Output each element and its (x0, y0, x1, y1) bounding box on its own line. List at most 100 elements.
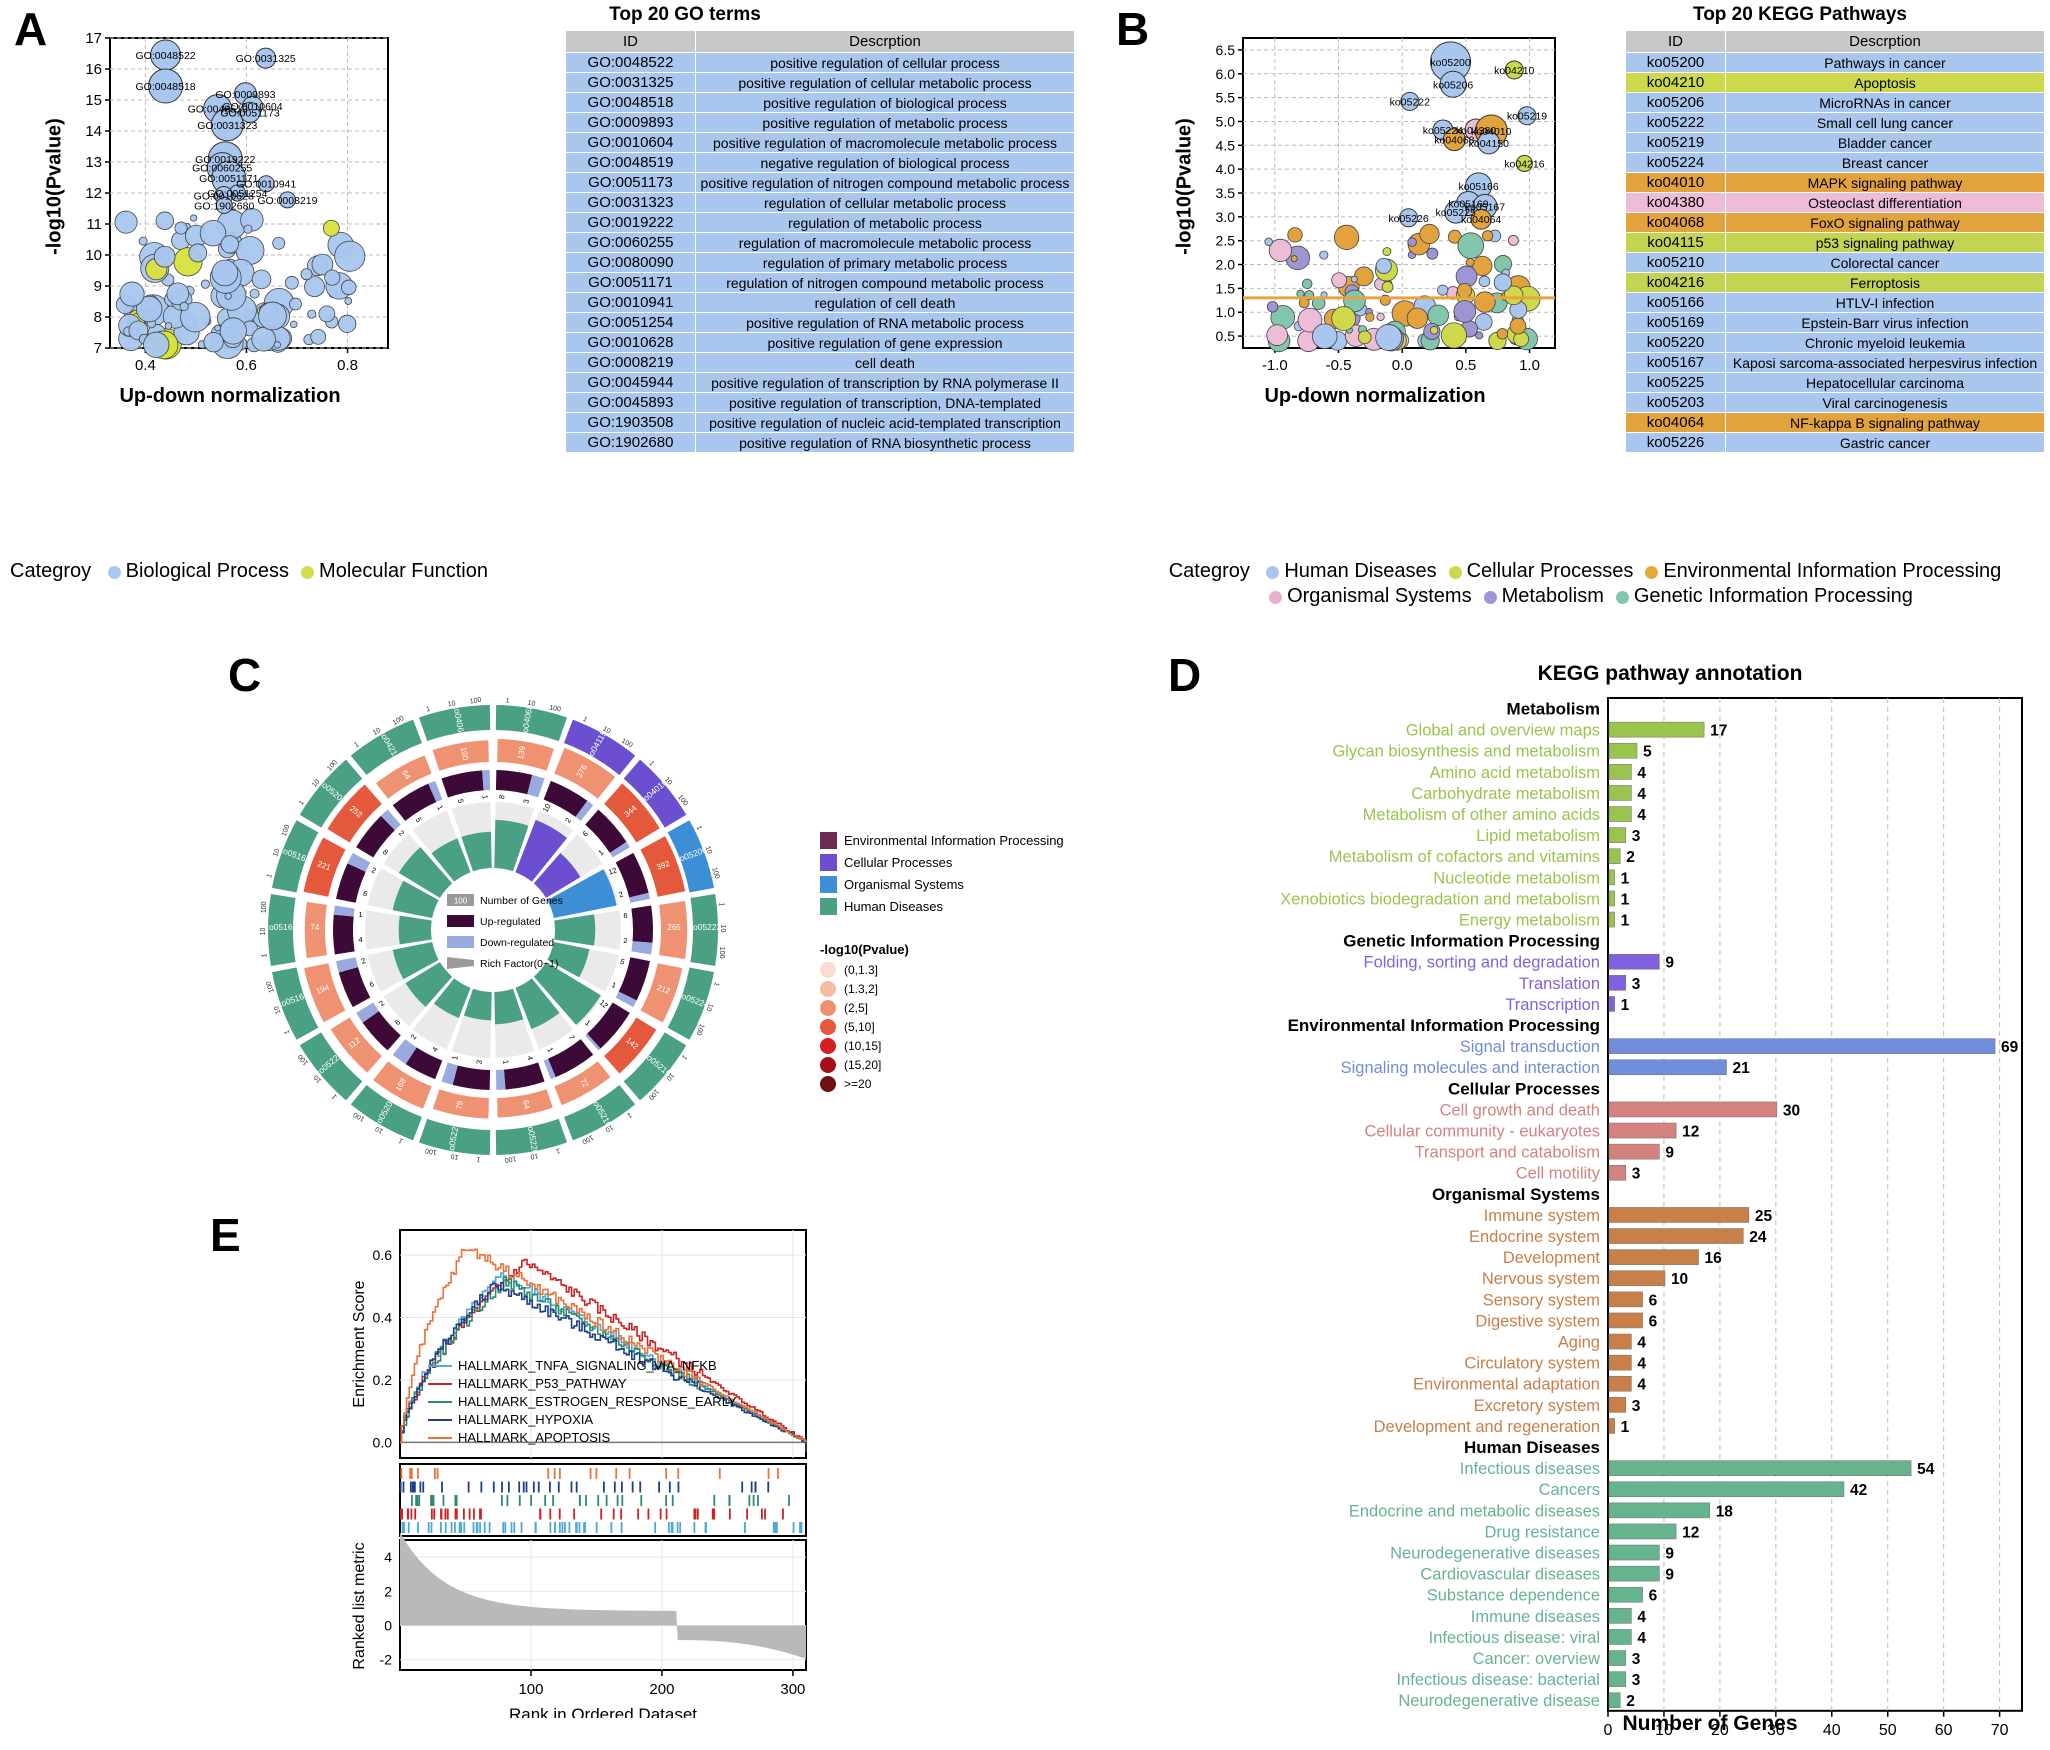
svg-text:1: 1 (718, 902, 725, 906)
panel-a-xaxis-title: Up-down normalization (119, 385, 341, 407)
legend-label: (15,20] (844, 1058, 882, 1072)
svg-text:1: 1 (353, 741, 360, 749)
bar-value-label: 4 (1637, 765, 1646, 782)
panel-e-xaxis-title: Rank in Ordered Dataset (509, 1705, 697, 1718)
kegg-annotation-bar (1608, 1143, 1660, 1160)
svg-text:GO:0009893: GO:0009893 (215, 89, 275, 101)
col-header-desc: Descrption (695, 30, 1075, 53)
legend-label: Human Diseases (844, 899, 943, 914)
go-description: positive regulation of biological proces… (695, 92, 1075, 113)
svg-text:-0.5: -0.5 (1326, 357, 1352, 374)
go-id: GO:0008219 (565, 352, 696, 373)
svg-text:ko04064: ko04064 (1461, 214, 1501, 226)
svg-text:1: 1 (501, 1059, 511, 1065)
go-id: GO:0019222 (565, 212, 696, 233)
panel-e-gsea: 0.6 0.4 0.2 0.0 HALLMARK_TNFA_SIGNALING_VIA_… (300, 1218, 820, 1718)
svg-text:0.6: 0.6 (373, 1247, 393, 1263)
svg-text:ko05200: ko05200 (1430, 57, 1470, 69)
bar-category-label: Amino acid metabolism (1430, 764, 1600, 782)
go-description: regulation of macromolecule metabolic pr… (695, 232, 1075, 253)
kegg-annotation-bar (1608, 975, 1627, 991)
table-row: ko05226 Gastric cancer (1625, 432, 2045, 453)
panel-c-legend: Environmental Information Processing Cell… (820, 832, 1064, 1095)
bar-category-label: Nucleotide metabolism (1433, 869, 1600, 887)
circos-up-regulated (495, 770, 533, 795)
panel-b-xaxis-title: Up-down normalization (1264, 385, 1486, 407)
svg-text:12: 12 (85, 185, 102, 202)
svg-text:11: 11 (86, 216, 102, 233)
svg-text:4: 4 (384, 1549, 392, 1565)
bar-category-label: Cell motility (1516, 1165, 1601, 1183)
kegg-annotation-bar (1608, 1207, 1750, 1223)
svg-text:100: 100 (261, 901, 268, 913)
svg-text:3: 3 (475, 1059, 485, 1065)
legend-item: (10,15] (820, 1038, 1064, 1054)
go-id: GO:0009893 (565, 112, 696, 133)
kegg-pathways-table: ID Descrption ko05200 Pathways in cancer k… (1625, 30, 2045, 453)
legend-label: (0,1.3] (844, 963, 879, 977)
panel-a-scatter: 17 16 15 14 13 12 11 10 9 8 7 0.4 0.6 0.8 GO:0048522 GO… (58, 28, 398, 380)
svg-text:0.4: 0.4 (373, 1309, 393, 1325)
bar-value-label: 9 (1665, 1546, 1674, 1563)
legend-color-dot (820, 1076, 836, 1092)
svg-text:1: 1 (680, 1053, 688, 1061)
bar-value-label: 21 (1732, 1060, 1750, 1077)
kegg-annotation-bar (1608, 1249, 1699, 1265)
svg-text:2.5: 2.5 (1216, 233, 1236, 249)
svg-text:1: 1 (583, 1018, 592, 1028)
kegg-id: ko04115 (1625, 232, 1726, 253)
kegg-bubble-plot: 6.5 6.0 5.5 5.0 4.5 4.0 3.5 3.0 2.5 2.0 1.5 1.0 0.5 -… (1216, 37, 1556, 374)
svg-text:1.0: 1.0 (1216, 304, 1236, 320)
kegg-annotation-bar (1608, 742, 1638, 759)
kegg-id: ko04216 (1625, 272, 1726, 293)
legend-color-dot (1645, 566, 1659, 580)
svg-text:1: 1 (480, 794, 490, 800)
table-row: GO:0048522 positive regulation of cellula… (565, 52, 1075, 73)
svg-text:ko04150: ko04150 (1469, 138, 1509, 150)
gsea-plot: 0.6 0.4 0.2 0.0 HALLMARK_TNFA_SIGNALING_VIA_… (351, 1229, 807, 1718)
go-id: GO:0031325 (565, 72, 696, 93)
panel-d-chart: Metabolism Global and overview maps 17 Glyc… (1160, 690, 2040, 1745)
svg-text:GO:1902680: GO:1902680 (194, 200, 254, 212)
kegg-description: HTLV-I infection (1725, 292, 2045, 313)
circos-down-regulated (482, 770, 491, 791)
bar-value-label: 2 (1626, 1693, 1635, 1710)
legend-color-dot (820, 1000, 836, 1016)
kegg-table-wrap: ID Descrption ko05200 Pathways in cancer k… (1625, 30, 2045, 453)
bar-category-label: Development and regeneration (1374, 1418, 1600, 1436)
svg-text:8: 8 (94, 309, 102, 326)
go-description: positive regulation of macromolecule met… (695, 132, 1075, 153)
kegg-annotation-bar (1608, 1418, 1615, 1434)
legend-item: Human Diseases (820, 898, 1064, 915)
bar-value-label: 18 (1716, 1503, 1734, 1520)
legend-item: Organismal Systems (820, 876, 1064, 893)
go-description: positive regulation of cellular process (695, 52, 1075, 73)
bar-value-label: 4 (1637, 1630, 1646, 1647)
bar-category-label: Metabolism of other amino acids (1363, 806, 1600, 824)
kegg-annotation-bar (1608, 1038, 1996, 1054)
kegg-annotation-bar (1608, 1671, 1627, 1687)
gsea-legend-label: HALLMARK_HYPOXIA (458, 1412, 593, 1427)
kegg-annotation-bar (1608, 1544, 1660, 1561)
svg-text:1: 1 (505, 697, 510, 705)
gsea-legend-label: HALLMARK_ESTROGEN_RESPONSE_EARLY (458, 1394, 737, 1409)
bar-category-label: Endocrine system (1469, 1228, 1600, 1246)
legend-label: Organismal Systems (1287, 585, 1472, 607)
group-header-label: Genetic Information Processing (1343, 932, 1600, 951)
bar-value-label: 24 (1749, 1229, 1767, 1246)
legend-color-dot (1269, 591, 1283, 605)
gsea-legend-label: HALLMARK_APOPTOSIS (458, 1430, 611, 1445)
bar-value-label: 16 (1705, 1250, 1723, 1267)
circos-up-regulated (503, 1062, 545, 1090)
group-header-label: Human Diseases (1464, 1438, 1600, 1457)
svg-text:0.8: 0.8 (337, 357, 358, 374)
svg-text:12: 12 (607, 865, 618, 876)
bar-value-label: 12 (1682, 1524, 1699, 1541)
kegg-description: Breast cancer (1725, 152, 2045, 173)
svg-text:GO:0048522: GO:0048522 (136, 50, 196, 62)
bar-category-label: Cellular community - eukaryotes (1365, 1123, 1600, 1141)
bar-category-label: Folding, sorting and degradation (1364, 954, 1600, 972)
circos-plot: 1 10100ko0406813983110100ko04115376102110… (260, 697, 726, 1164)
go-description: positive regulation of transcription by … (695, 372, 1075, 393)
legend-color-dot (820, 1019, 836, 1035)
